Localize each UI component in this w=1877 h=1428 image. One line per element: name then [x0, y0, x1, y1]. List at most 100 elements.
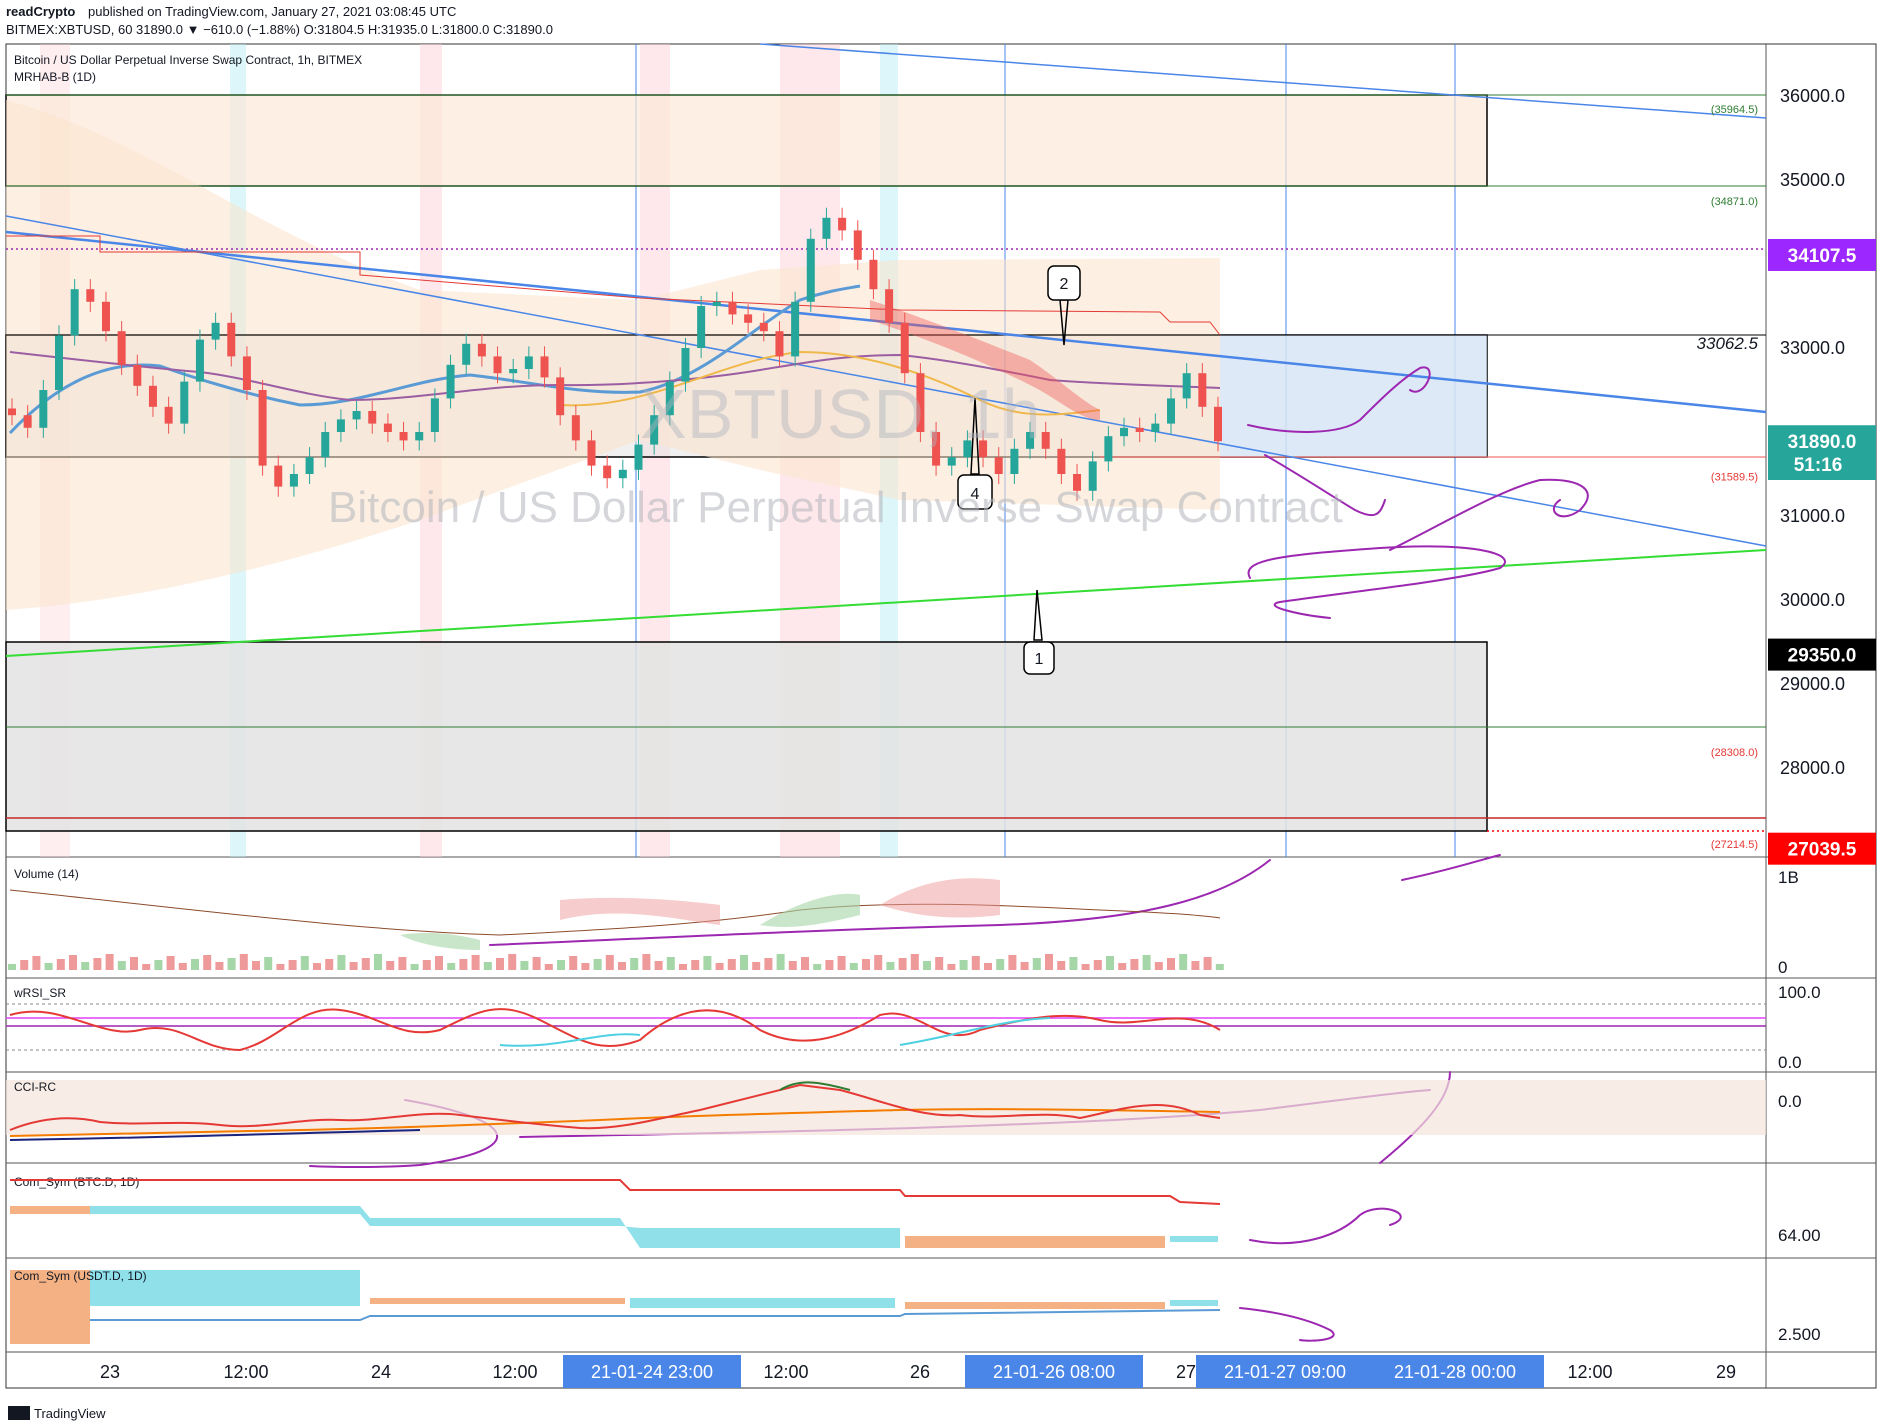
volume-bar: [203, 955, 212, 970]
watermark-name: Bitcoin / US Dollar Perpetual Inverse Sw…: [328, 483, 1343, 532]
time-tick-label: 12:00: [492, 1362, 537, 1382]
svg-text:1B: 1B: [1778, 868, 1799, 887]
time-tick-label: 24: [371, 1362, 391, 1382]
level-labels: (35964.5) (34871.0) 33062.5 (31589.5) (28308…: [1697, 104, 1759, 851]
volume-bar: [166, 956, 175, 970]
volume-bar: [898, 958, 907, 970]
time-tick-label: 29: [1716, 1362, 1736, 1382]
volume-bar: [471, 955, 480, 970]
volume-bar: [874, 955, 883, 970]
volume-bar: [557, 960, 565, 970]
volume-bar: [20, 960, 29, 970]
support-zone: [5, 641, 1488, 832]
volume-bar: [1142, 955, 1151, 970]
volume-bar: [1008, 955, 1017, 970]
volume-bar: [654, 961, 663, 970]
volume-bar: [227, 958, 236, 970]
level-label: (28308.0): [1711, 747, 1758, 759]
volume-bar: [1167, 958, 1175, 970]
published-text: published on TradingView.com, January 27…: [88, 4, 456, 19]
publisher-name: readCrypto: [6, 4, 75, 19]
volume-bar: [569, 956, 578, 970]
countdown-badge: 51:16: [1768, 448, 1876, 480]
volume-bar: [544, 964, 553, 970]
price-tick-label: 33000.0: [1780, 338, 1845, 358]
price-tick-label: 30000.0: [1780, 590, 1845, 610]
com-btc-panel: Com_Sym (BTC.D, 1D) 64.00: [10, 1175, 1821, 1248]
volume-bar: [679, 964, 687, 970]
volume-bar: [349, 962, 358, 970]
svg-text:wRSI_SR: wRSI_SR: [13, 986, 66, 1000]
volume-bar: [264, 957, 273, 970]
volume-bar: [44, 963, 53, 970]
price-tick-label: 31000.0: [1780, 506, 1845, 526]
volume-bar: [666, 957, 675, 970]
watermark-ticker: XBTUSD, 1h: [640, 375, 1041, 453]
resistance-zone: [5, 94, 1488, 187]
time-tick-label: 12:00: [763, 1362, 808, 1382]
volume-bar: [837, 956, 846, 970]
time-tick-label: 26: [910, 1362, 930, 1382]
chart-canvas: readCrypto published on TradingView.com,…: [5, 4, 1877, 1421]
svg-text:64.00: 64.00: [1778, 1226, 1821, 1245]
svg-text:0: 0: [1778, 958, 1787, 977]
volume-bar: [300, 956, 309, 970]
volume-bar: [410, 964, 419, 970]
svg-text:Com_Sym (USDT.D, 1D): Com_Sym (USDT.D, 1D): [14, 1269, 147, 1283]
volume-bar: [520, 961, 529, 970]
candle: [853, 220, 862, 270]
volume-bar: [1032, 958, 1041, 970]
volume-bar: [691, 960, 700, 970]
volume-bar: [788, 961, 797, 970]
volume-bar: [1057, 961, 1066, 970]
volume-bar: [435, 956, 443, 970]
volume-bar: [1069, 957, 1078, 970]
volume-bar: [374, 954, 382, 970]
volume-bar: [117, 961, 126, 970]
price-badge-label: 29350.0: [1788, 646, 1857, 667]
tradingview-logo: TradingView: [8, 1406, 106, 1421]
volume-bar: [605, 955, 614, 970]
volume-bar: [1045, 954, 1053, 970]
volume-bar: [178, 963, 187, 970]
price-tick-label: 36000.0: [1780, 86, 1845, 106]
time-tick-label: 21-01-26 08:00: [993, 1362, 1115, 1382]
volume-bar: [776, 954, 785, 970]
svg-text:CCI-RC: CCI-RC: [14, 1080, 56, 1094]
volume-bar: [642, 954, 651, 970]
volume-bar: [1093, 960, 1102, 970]
volume-bar: [740, 955, 748, 970]
level-label: (34871.0): [1711, 196, 1758, 208]
time-tick-label: 21-01-27 09:00: [1224, 1362, 1346, 1382]
volume-bar: [386, 961, 395, 970]
volume-bar: [508, 954, 517, 970]
candle: [806, 228, 815, 312]
volume-bar: [496, 958, 504, 970]
volume-bar: [398, 957, 407, 970]
svg-text:0.0: 0.0: [1778, 1053, 1802, 1072]
level-label: (35964.5): [1711, 104, 1758, 116]
volume-bar: [288, 960, 297, 970]
svg-text:Volume (14): Volume (14): [14, 867, 79, 881]
volume-bar: [32, 956, 41, 970]
level-label: 33062.5: [1697, 334, 1759, 353]
volume-bar: [1191, 961, 1200, 970]
volume-bar: [447, 963, 456, 970]
volume-bar: [483, 962, 492, 970]
volume-bar: [1081, 964, 1090, 970]
brand-label: TradingView: [34, 1406, 106, 1421]
svg-text:2.500: 2.500: [1778, 1325, 1821, 1344]
volume-bar: [1154, 962, 1163, 970]
volume-bar: [1215, 964, 1224, 970]
volume-bar: [1020, 962, 1029, 970]
volume-bar: [752, 962, 761, 970]
price-tick-label: 29000.0: [1780, 674, 1845, 694]
svg-text:51:16: 51:16: [1794, 455, 1843, 476]
cci-panel: CCI-RC 0.0: [6, 1080, 1802, 1141]
volume-bar: [910, 954, 919, 970]
volume-bar: [764, 958, 773, 970]
volume-bar: [422, 960, 431, 970]
volume-bar: [215, 962, 224, 970]
volume-bar: [813, 964, 822, 970]
com-usdt-panel: Com_Sym (USDT.D, 1D) 2.500: [10, 1269, 1821, 1344]
